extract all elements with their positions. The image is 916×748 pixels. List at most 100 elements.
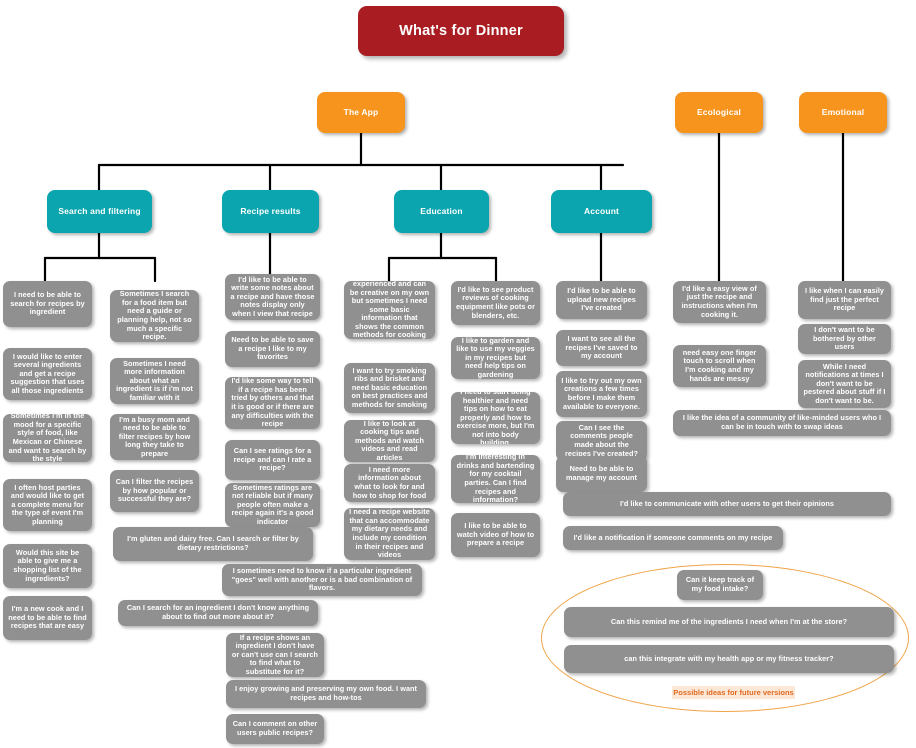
leaf-node-wide[interactable]: I enjoy growing and preserving my own fo… xyxy=(226,680,426,708)
leaf-node[interactable]: I like to garden and like to use my vegg… xyxy=(451,337,540,379)
leaf-node-wide[interactable]: I'd like to communicate with other users… xyxy=(563,492,891,516)
category-node-ecological[interactable]: Ecological xyxy=(675,92,763,133)
leaf-label: Can I search for an ingredient I don't k… xyxy=(126,603,310,621)
leaf-node[interactable]: I want to try smoking ribs and brisket a… xyxy=(344,363,435,413)
future-ideas-annotation-label: Possible ideas for future versions xyxy=(673,688,794,697)
leaf-node[interactable]: I often host parties and would like to g… xyxy=(3,479,92,531)
leaf-label: Can it keep track of my food intake? xyxy=(685,575,755,593)
leaf-label: can this integrate with my health app or… xyxy=(624,653,834,663)
category-node-emotional[interactable]: Emotional xyxy=(799,92,887,133)
leaf-label: I'd like to see product reviews of cooki… xyxy=(456,284,535,320)
leaf-label: I need a recipe website that can accommo… xyxy=(349,508,430,560)
leaf-node[interactable]: Need to be able to manage my account xyxy=(556,456,647,492)
leaf-node[interactable]: While I need notifications at times I do… xyxy=(798,360,891,408)
leaf-node[interactable]: I would like to enter several ingredient… xyxy=(3,348,92,400)
leaf-node[interactable]: I like to try out my own creations a few… xyxy=(556,371,647,417)
subcategory-node-search-and-filtering[interactable]: Search and filtering xyxy=(47,190,152,233)
leaf-label: I like to try out my own creations a few… xyxy=(561,375,642,411)
subcategory-label: Education xyxy=(420,205,463,216)
leaf-label: I like to be able to watch video of how … xyxy=(456,521,535,548)
leaf-label: I'd like to be able to upload new recipe… xyxy=(567,286,636,313)
leaf-label: I'd like some way to tell if a recipe ha… xyxy=(231,377,314,429)
leaf-label: I'd like a easy view of just the recipe … xyxy=(681,283,758,319)
leaf-node[interactable]: Sometimes ratings are not reliable but i… xyxy=(225,483,320,527)
leaf-node-future[interactable]: can this integrate with my health app or… xyxy=(564,645,894,673)
leaf-node[interactable]: Can I see the comments people made about… xyxy=(556,421,647,461)
diagram-canvas: What's for Dinner The App Ecological Emo… xyxy=(0,0,916,748)
leaf-label: I'm a new cook and I need to be able to … xyxy=(8,604,87,631)
leaf-label: I like to look at cooking tips and metho… xyxy=(355,420,424,462)
leaf-label: Would this site be able to give me a sho… xyxy=(13,547,82,583)
leaf-node-wide[interactable]: Can I search for an ingredient I don't k… xyxy=(118,600,318,626)
leaf-node[interactable]: I'm a new cook and I need to be able to … xyxy=(3,596,92,640)
future-ideas-annotation: Possible ideas for future versions xyxy=(672,686,795,699)
leaf-node[interactable]: Sometimes I'm in the mood for a specific… xyxy=(3,414,92,462)
leaf-node[interactable]: I need to be able to search for recipes … xyxy=(3,281,92,327)
subcategory-node-account[interactable]: Account xyxy=(551,190,652,233)
leaf-label: I need more information about what to lo… xyxy=(352,464,427,500)
leaf-node[interactable]: Can I filter the recipes by how popular … xyxy=(110,470,199,512)
leaf-label: I'd like a notification if someone comme… xyxy=(573,532,773,542)
category-node-the-app[interactable]: The App xyxy=(317,92,405,133)
leaf-label: Need to be able to save a recipe I like … xyxy=(231,335,314,362)
leaf-label: I'd like to communicate with other users… xyxy=(619,498,835,508)
subcategory-node-recipe-results[interactable]: Recipe results xyxy=(222,190,319,233)
leaf-label: Sometimes ratings are not reliable but i… xyxy=(231,483,314,526)
leaf-node[interactable]: I need a recipe website that can accommo… xyxy=(344,508,435,560)
leaf-node[interactable]: need easy one finger touch to scroll whe… xyxy=(673,345,766,387)
leaf-label: I would like to enter several ingredient… xyxy=(10,351,85,395)
leaf-label: Sometimes I need more information about … xyxy=(116,358,193,402)
leaf-label: I need to be able to search for recipes … xyxy=(10,290,85,317)
leaf-node-wide[interactable]: I'm gluten and dairy free. Can I search … xyxy=(113,527,313,561)
leaf-label: I'm a little more experienced and can be… xyxy=(349,281,430,339)
leaf-label: Can I comment on other users public reci… xyxy=(232,719,318,737)
leaf-label: I want to see all the recipes I've saved… xyxy=(565,334,638,361)
leaf-node[interactable]: Can I comment on other users public reci… xyxy=(226,714,324,744)
leaf-label: I'm a busy mom and need to be able to fi… xyxy=(118,414,191,458)
leaf-node[interactable]: Sometimes I need more information about … xyxy=(110,358,199,404)
leaf-node-future[interactable]: Can this remind me of the ingredients I … xyxy=(564,607,894,637)
leaf-label: I'd like to be able to write some notes … xyxy=(230,274,315,318)
leaf-node-wide[interactable]: I like the idea of a community of like-m… xyxy=(673,410,891,436)
leaf-node[interactable]: I like to be able to watch video of how … xyxy=(451,513,540,557)
leaf-node[interactable]: I like when I can easily find just the p… xyxy=(798,281,891,319)
leaf-label: If a recipe shows an ingredient I don't … xyxy=(231,633,319,676)
leaf-label: I need to start being healthier and need… xyxy=(456,392,535,444)
leaf-node-future[interactable]: Can it keep track of my food intake? xyxy=(677,570,763,600)
leaf-label: need easy one finger touch to scroll whe… xyxy=(682,347,757,383)
leaf-node[interactable]: I want to see all the recipes I've saved… xyxy=(556,330,647,366)
leaf-node[interactable]: I'd like some way to tell if a recipe ha… xyxy=(225,377,320,429)
leaf-node[interactable]: I need to start being healthier and need… xyxy=(451,392,540,444)
leaf-node[interactable]: I'm a little more experienced and can be… xyxy=(344,281,435,339)
leaf-label: While I need notifications at times I do… xyxy=(803,361,886,405)
subcategory-node-education[interactable]: Education xyxy=(394,190,489,233)
leaf-node[interactable]: Sometimes I search for a food item but n… xyxy=(110,290,199,342)
leaf-label: I often host parties and would like to g… xyxy=(10,482,85,526)
leaf-label: Can I filter the recipes by how popular … xyxy=(115,477,194,504)
leaf-node[interactable]: I'd like to see product reviews of cooki… xyxy=(451,281,540,325)
category-label: Ecological xyxy=(696,106,741,117)
leaf-label: Can I see ratings for a recipe and can I… xyxy=(233,446,312,473)
leaf-node[interactable]: I need more information about what to lo… xyxy=(344,464,435,502)
category-label: The App xyxy=(343,106,379,117)
leaf-label: Sometimes I'm in the mood for a specific… xyxy=(8,414,87,462)
leaf-node[interactable]: I'm interesting in drinks and bartending… xyxy=(451,455,540,503)
leaf-label: Need to be able to manage my account xyxy=(565,464,637,482)
leaf-node[interactable]: If a recipe shows an ingredient I don't … xyxy=(226,633,324,677)
leaf-label: I like the idea of a community of like-m… xyxy=(682,413,882,431)
root-node-whats-for-dinner[interactable]: What's for Dinner xyxy=(358,6,564,56)
leaf-label: Sometimes I search for a food item but n… xyxy=(117,290,192,342)
leaf-node[interactable]: Would this site be able to give me a sho… xyxy=(3,544,92,588)
leaf-node-wide[interactable]: I sometimes need to know if a particular… xyxy=(222,564,422,596)
leaf-node[interactable]: I'd like a easy view of just the recipe … xyxy=(673,281,766,323)
leaf-node[interactable]: I'm a busy mom and need to be able to fi… xyxy=(110,414,199,460)
leaf-node-wide[interactable]: I'd like a notification if someone comme… xyxy=(563,526,783,550)
leaf-node[interactable]: Can I see ratings for a recipe and can I… xyxy=(225,440,320,480)
leaf-node[interactable]: I'd like to be able to write some notes … xyxy=(225,274,320,320)
leaf-node[interactable]: I'd like to be able to upload new recipe… xyxy=(556,281,647,319)
leaf-node[interactable]: I like to look at cooking tips and metho… xyxy=(344,420,435,462)
leaf-label: I like when I can easily find just the p… xyxy=(804,286,885,313)
leaf-node[interactable]: I don't want to be bothered by other use… xyxy=(798,324,891,354)
leaf-label: Can this remind me of the ingredients I … xyxy=(610,616,848,626)
leaf-node[interactable]: Need to be able to save a recipe I like … xyxy=(225,331,320,367)
